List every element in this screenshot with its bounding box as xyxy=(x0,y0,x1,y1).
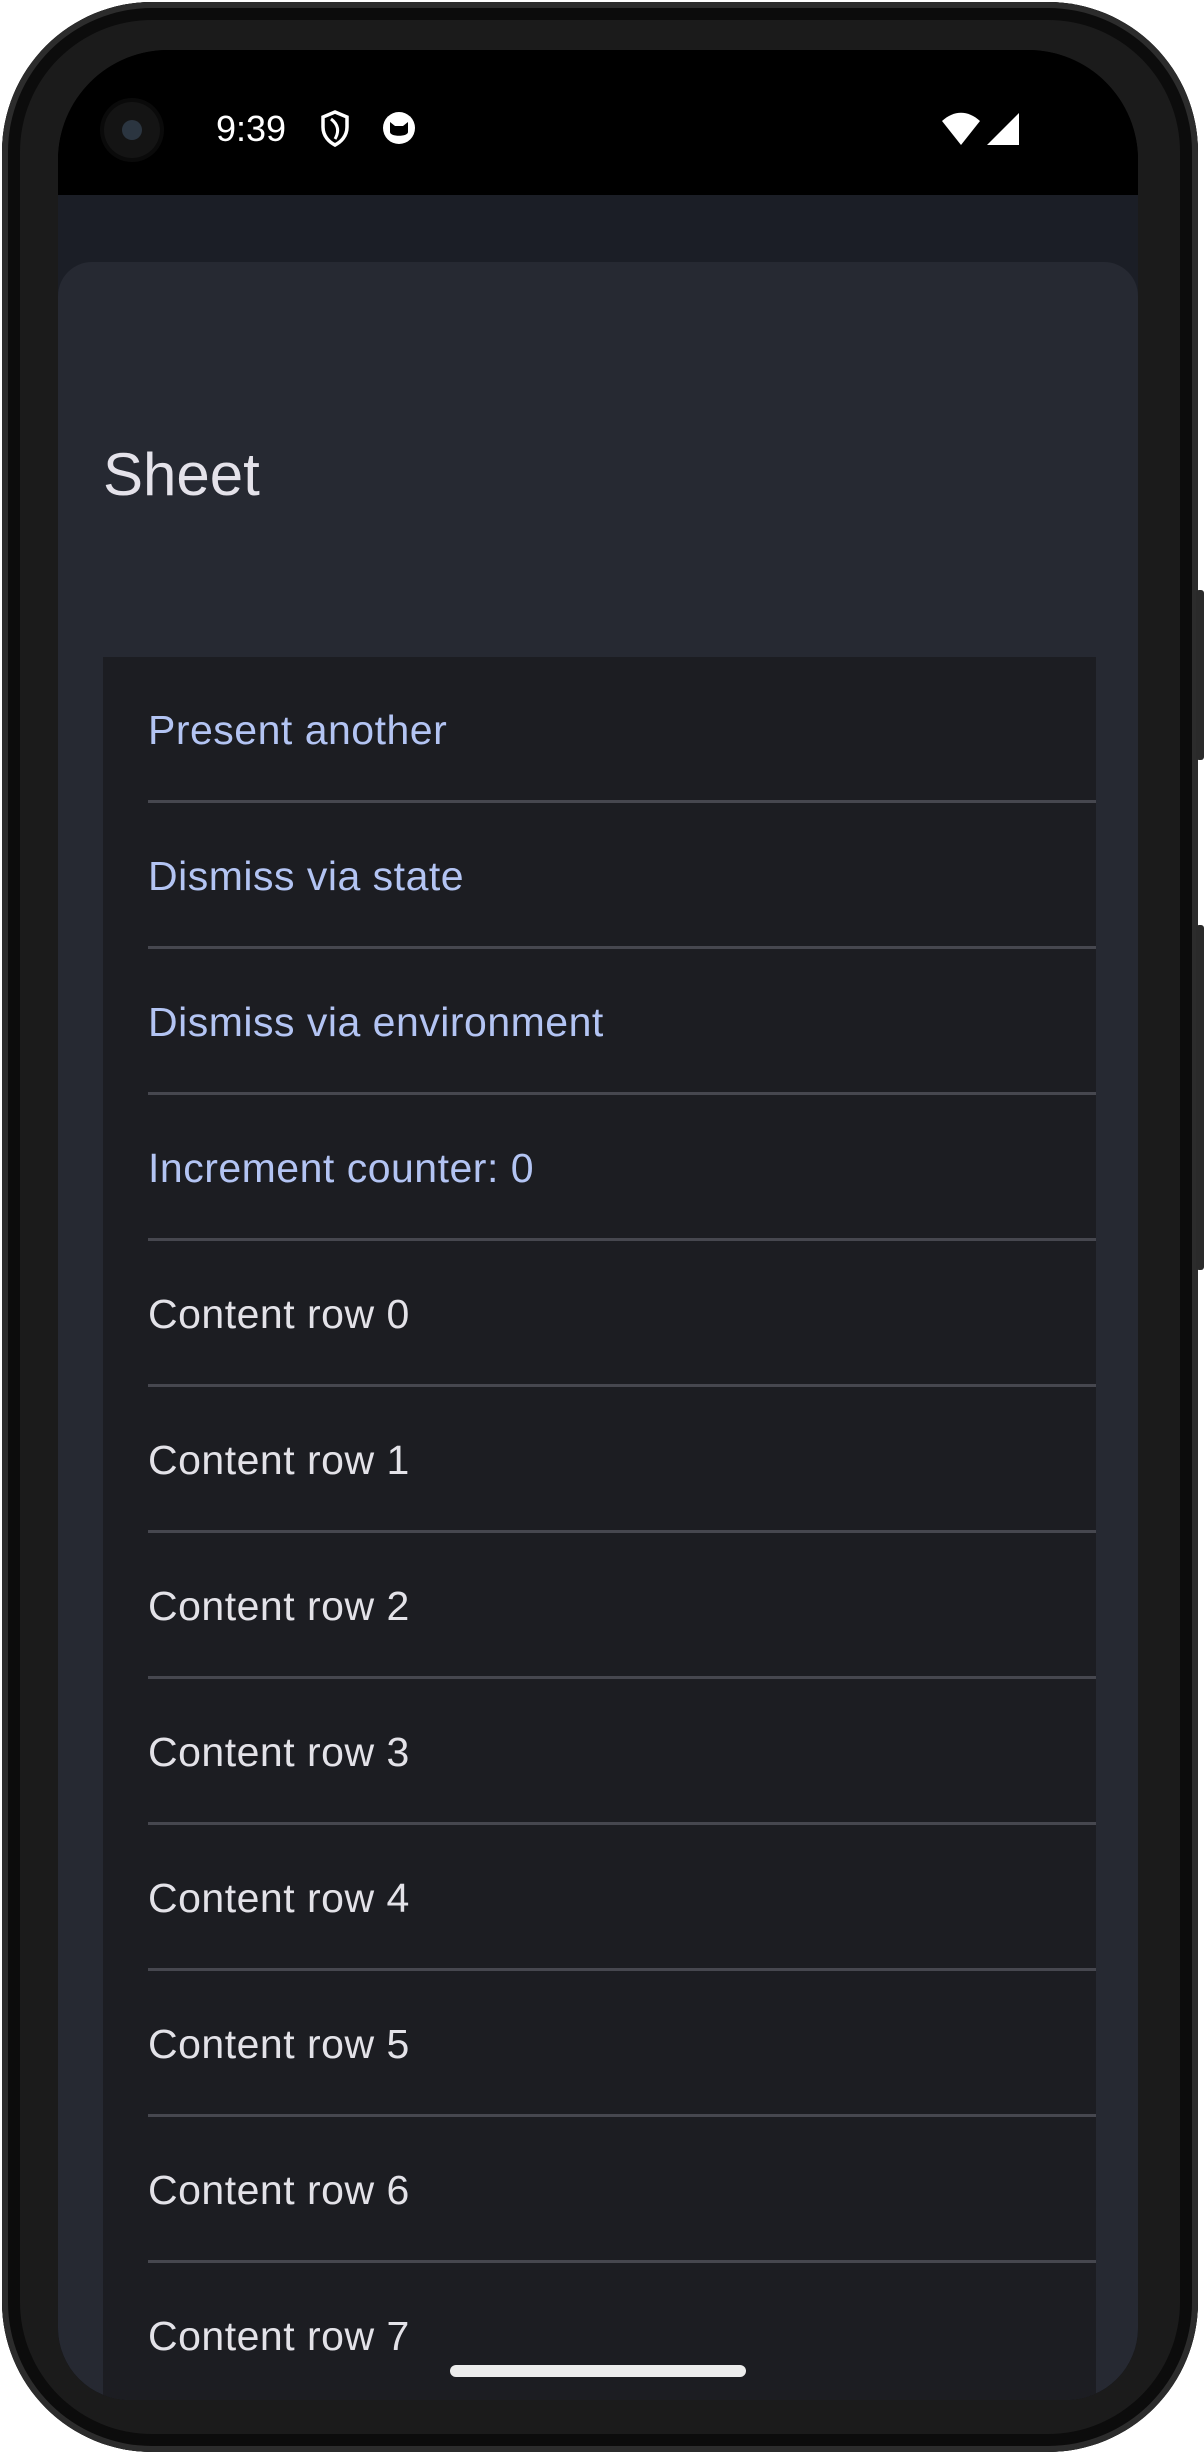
row-label: Content row 0 xyxy=(148,1291,410,1337)
cat-face-icon xyxy=(381,110,417,151)
shield-icon xyxy=(320,110,350,153)
row-label: Present another xyxy=(148,707,448,753)
wifi-icon xyxy=(940,112,982,151)
list-item: Content row 5 xyxy=(103,1971,1096,2117)
row-label: Content row 2 xyxy=(148,1583,410,1629)
volume-button xyxy=(1196,925,1204,1270)
list-item: Content row 7 xyxy=(103,2263,1096,2400)
front-camera xyxy=(104,102,160,158)
list-item: Content row 0 xyxy=(103,1241,1096,1387)
row-label: Content row 1 xyxy=(148,1437,410,1483)
screen: 9:39 Sheet Present another Dismiss via s… xyxy=(58,50,1138,2400)
row-label: Content row 5 xyxy=(148,2021,410,2067)
row-label: Content row 4 xyxy=(148,1875,410,1921)
status-time: 9:39 xyxy=(216,108,287,149)
list-item: Content row 6 xyxy=(103,2117,1096,2263)
home-indicator[interactable] xyxy=(450,2365,746,2377)
row-label: Content row 6 xyxy=(148,2167,410,2213)
status-bar: 9:39 xyxy=(58,50,1138,195)
increment-counter-button[interactable]: Increment counter: 0 xyxy=(103,1095,1096,1241)
app-content: Sheet Present another Dismiss via state … xyxy=(58,195,1138,2400)
dismiss-via-state-button[interactable]: Dismiss via state xyxy=(103,803,1096,949)
dismiss-via-environment-button[interactable]: Dismiss via environment xyxy=(103,949,1096,1095)
row-label: Dismiss via environment xyxy=(148,999,604,1045)
list-item: Content row 2 xyxy=(103,1533,1096,1679)
list-item: Content row 4 xyxy=(103,1825,1096,1971)
row-label: Content row 3 xyxy=(148,1729,410,1775)
sheet: Sheet Present another Dismiss via state … xyxy=(58,262,1138,2400)
list-item: Content row 3 xyxy=(103,1679,1096,1825)
power-button xyxy=(1196,590,1204,760)
sheet-list[interactable]: Present another Dismiss via state Dismis… xyxy=(103,657,1096,2400)
row-label: Increment counter: 0 xyxy=(148,1145,535,1191)
row-label: Content row 7 xyxy=(148,2313,410,2359)
row-label: Dismiss via state xyxy=(148,853,465,899)
present-another-button[interactable]: Present another xyxy=(103,657,1096,803)
cellular-signal-icon xyxy=(986,112,1020,151)
list-item: Content row 1 xyxy=(103,1387,1096,1533)
sheet-title: Sheet xyxy=(103,441,260,508)
